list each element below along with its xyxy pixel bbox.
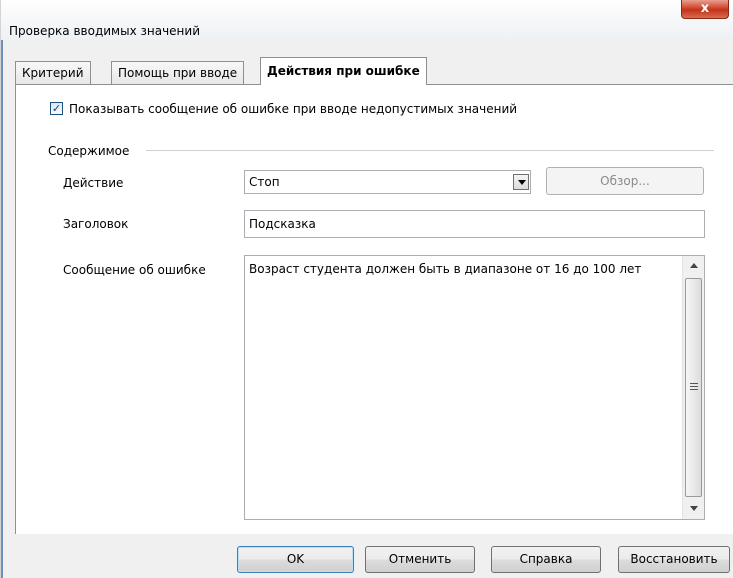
cancel-button[interactable]: Отменить (365, 546, 475, 573)
browse-button[interactable]: Обзор... (546, 167, 704, 195)
reset-button-label: Восстановить (630, 552, 718, 566)
error-message-label: Сообщение об ошибке (63, 263, 206, 277)
scroll-grip-icon (690, 383, 698, 390)
validation-dialog: Проверка вводимых значений x Критерий По… (0, 0, 733, 578)
action-label: Действие (63, 176, 124, 190)
tab-error-actions[interactable]: Действия при ошибке (260, 57, 427, 85)
reset-button[interactable]: Восстановить (618, 546, 730, 573)
window-title: Проверка вводимых значений (9, 24, 200, 38)
group-title-contents: Содержимое (48, 144, 130, 158)
tab-label: Действия при ошибке (267, 64, 420, 78)
scroll-thumb[interactable] (685, 278, 702, 497)
cancel-button-label: Отменить (388, 552, 452, 566)
error-message-text: Возраст студента должен быть в диапазоне… (249, 262, 642, 276)
chevron-down-icon[interactable] (513, 174, 529, 190)
ok-button[interactable]: OK (237, 546, 354, 573)
close-icon: x (700, 1, 710, 16)
help-button-label: Справка (519, 552, 573, 566)
browse-button-label: Обзор... (600, 174, 650, 188)
close-button[interactable]: x (681, 0, 729, 19)
action-select[interactable]: Стоп (244, 170, 531, 194)
action-select-value: Стоп (249, 175, 280, 189)
scroll-down-arrow-icon[interactable] (683, 499, 704, 519)
tab-input-help[interactable]: Помощь при вводе (111, 61, 245, 85)
tab-label: Критерий (22, 66, 84, 80)
show-error-checkbox[interactable]: ✓ (50, 102, 63, 115)
group-divider (146, 150, 714, 151)
vertical-scrollbar[interactable] (682, 256, 704, 519)
heading-label: Заголовок (63, 217, 129, 231)
heading-input-value: Подсказка (249, 217, 316, 231)
scroll-up-arrow-icon[interactable] (683, 256, 704, 276)
ok-button-label: OK (286, 552, 305, 566)
tab-label: Помощь при вводе (118, 66, 238, 80)
show-error-checkbox-label[interactable]: Показывать сообщение об ошибке при вводе… (69, 102, 517, 116)
title-bar[interactable]: Проверка вводимых значений x (1, 0, 733, 40)
window-border-accent (1, 0, 3, 578)
error-message-textarea[interactable]: Возраст студента должен быть в диапазоне… (244, 255, 705, 520)
heading-input[interactable]: Подсказка (244, 210, 705, 238)
tab-criteria[interactable]: Критерий (15, 61, 91, 85)
help-button[interactable]: Справка (491, 546, 601, 573)
